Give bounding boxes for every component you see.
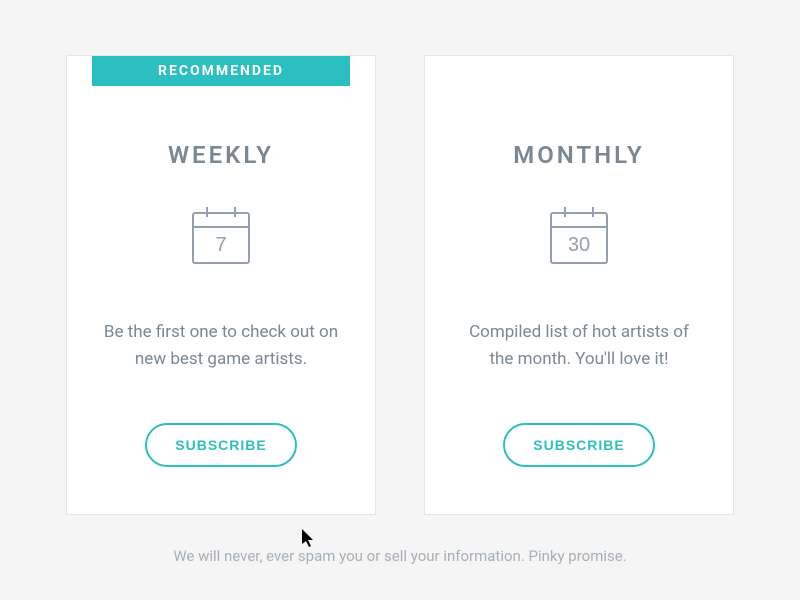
card-description-monthly: Compiled list of hot artists of the mont… (425, 319, 733, 373)
cursor-icon (302, 529, 318, 549)
card-title-weekly: WEEKLY (168, 141, 274, 169)
calendar-icon: 7 (185, 199, 257, 271)
weekly-card: RECOMMENDED WEEKLY 7 Be the first one to… (66, 55, 376, 515)
subscription-cards: RECOMMENDED WEEKLY 7 Be the first one to… (66, 55, 734, 515)
card-title-monthly: MONTHLY (513, 141, 645, 169)
svg-text:7: 7 (215, 234, 226, 256)
monthly-card: MONTHLY 30 Compiled list of hot artists … (424, 55, 734, 515)
subscribe-button-weekly[interactable]: SUBSCRIBE (145, 423, 296, 467)
card-description-weekly: Be the first one to check out on new bes… (67, 319, 375, 373)
subscribe-button-monthly[interactable]: SUBSCRIBE (503, 423, 654, 467)
recommended-badge: RECOMMENDED (92, 56, 350, 86)
calendar-icon: 30 (543, 199, 615, 271)
svg-text:30: 30 (568, 234, 590, 256)
privacy-footer: We will never, ever spam you or sell you… (173, 547, 626, 565)
